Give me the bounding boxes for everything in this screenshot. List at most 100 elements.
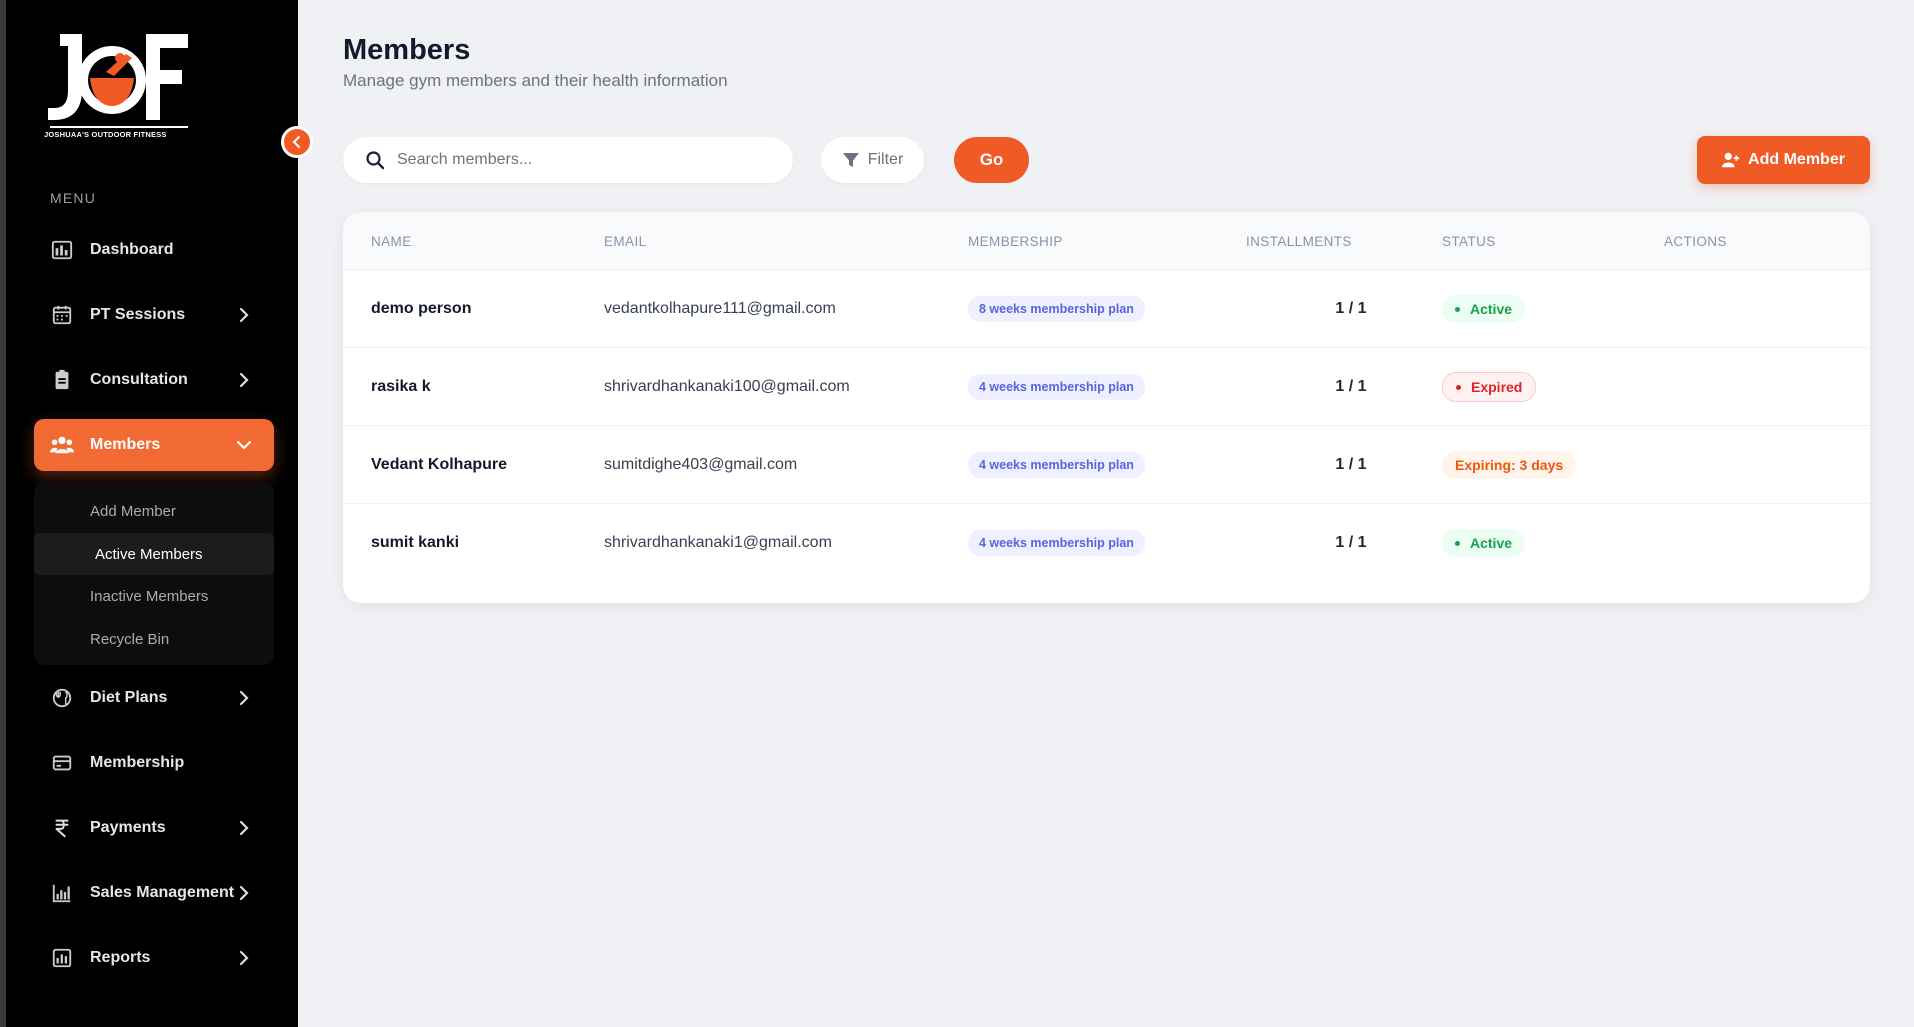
filter-label: Filter [867, 151, 904, 168]
sidebar-item-label: Reports [90, 949, 151, 966]
bar-chart-icon [50, 881, 74, 905]
sidebar-item-membership[interactable]: Membership [34, 737, 274, 789]
sidebar-item-label: PT Sessions [90, 306, 186, 323]
member-name: sumit kanki [371, 534, 460, 551]
status-badge: Active [1442, 529, 1526, 557]
chevron-right-icon [239, 307, 249, 323]
status-dot [1455, 306, 1460, 312]
add-member-button[interactable]: Add Member [1697, 136, 1870, 184]
table-row: demo person vedantkolhapure111@gmail.com… [343, 270, 1870, 348]
chevron-right-icon [239, 820, 249, 836]
membership-cell: 4 weeks membership plan [968, 504, 1145, 582]
card-icon [50, 751, 74, 775]
sidebar-item-label: Consultation [90, 371, 188, 388]
member-email: shrivardhankanaki1@gmail.com [604, 534, 832, 551]
member-email: vedantkolhapure111@gmail.com [604, 300, 836, 317]
submenu-item-inactive-members[interactable]: Inactive Members [34, 575, 274, 617]
rupee-icon [50, 816, 74, 840]
members-submenu: Add Member Active Members Inactive Membe… [34, 483, 274, 665]
status-cell: Active [1442, 504, 1526, 582]
sidebar-item-label: Payments [90, 819, 166, 836]
membership-badge: 8 weeks membership plan [968, 296, 1145, 322]
menu-label: MENU [50, 190, 97, 206]
sidebar-item-label: Dashboard [90, 241, 174, 258]
filter-icon [842, 153, 859, 167]
table-header: NAME EMAIL MEMBERSHIP INSTALLMENTS STATU… [343, 212, 1870, 270]
sidebar-item-pt-sessions[interactable]: PT Sessions [34, 289, 274, 341]
sidebar-item-dashboard[interactable]: Dashboard [34, 224, 274, 276]
filter-button[interactable]: Filter [821, 137, 924, 183]
membership-cell: 4 weeks membership plan [968, 426, 1145, 504]
sidebar-item-payments[interactable]: Payments [34, 802, 274, 854]
go-button[interactable]: Go [954, 137, 1029, 183]
table-row: Vedant Kolhapure sumitdighe403@gmail.com… [343, 426, 1870, 504]
member-email: sumitdighe403@gmail.com [604, 456, 798, 473]
search-icon [366, 151, 385, 170]
sidebar-item-consultation[interactable]: Consultation [34, 354, 274, 406]
status-label: Expiring: 3 days [1455, 457, 1564, 473]
clipboard-icon [50, 368, 74, 392]
membership-cell: 8 weeks membership plan [968, 270, 1145, 348]
membership-badge: 4 weeks membership plan [968, 452, 1145, 478]
installments: 1 / 1 [1335, 534, 1367, 551]
sidebar-item-label: Membership [90, 754, 185, 771]
chevron-right-icon [239, 950, 249, 966]
sidebar-item-label: Diet Plans [90, 689, 168, 706]
search-box [343, 137, 793, 183]
diet-icon [50, 686, 74, 710]
status-dot [1456, 384, 1461, 390]
member-name: rasika k [371, 378, 431, 395]
sidebar-item-members[interactable]: Members [34, 419, 274, 471]
sidebar-collapse-button[interactable] [281, 126, 313, 158]
status-label: Active [1470, 535, 1513, 551]
brand-tagline: JOSHUAA'S OUTDOOR FITNESS [44, 130, 167, 139]
brand-logo [48, 34, 188, 128]
installments: 1 / 1 [1335, 300, 1367, 317]
column-header-name: NAME [371, 234, 412, 249]
sidebar-item-sales-management[interactable]: Sales Management [34, 867, 274, 919]
chevron-right-icon [239, 690, 249, 706]
column-header-status: STATUS [1442, 234, 1496, 249]
add-member-label: Add Member [1748, 151, 1845, 168]
chevron-down-icon [236, 440, 252, 450]
status-label: Active [1470, 301, 1513, 317]
members-table: NAME EMAIL MEMBERSHIP INSTALLMENTS STATU… [343, 212, 1870, 603]
sidebar-item-label: Sales Management [90, 884, 235, 901]
chevron-left-icon [292, 136, 300, 148]
status-badge: Active [1442, 295, 1526, 323]
dashboard-icon [50, 238, 74, 262]
status-badge: Expiring: 3 days [1442, 451, 1577, 479]
status-cell: Expiring: 3 days [1442, 426, 1577, 504]
member-email: shrivardhankanaki100@gmail.com [604, 378, 850, 395]
status-label: Expired [1471, 379, 1523, 395]
membership-badge: 4 weeks membership plan [968, 530, 1145, 556]
user-plus-icon [1722, 152, 1740, 168]
submenu-item-add-member[interactable]: Add Member [34, 490, 274, 532]
chevron-right-icon [239, 372, 249, 388]
status-dot [1455, 540, 1460, 546]
column-header-membership: MEMBERSHIP [968, 234, 1063, 249]
column-header-installments: INSTALLMENTS [1246, 234, 1352, 249]
submenu-item-active-members[interactable]: Active Members [34, 533, 274, 575]
member-name: demo person [371, 300, 472, 317]
report-icon [50, 946, 74, 970]
page-subtitle: Manage gym members and their health info… [343, 71, 728, 90]
column-header-email: EMAIL [604, 234, 647, 249]
installments: 1 / 1 [1335, 456, 1367, 473]
membership-badge: 4 weeks membership plan [968, 374, 1145, 400]
submenu-item-recycle-bin[interactable]: Recycle Bin [34, 618, 274, 660]
page-title: Members [343, 34, 471, 66]
member-name: Vedant Kolhapure [371, 456, 508, 473]
search-input[interactable] [397, 151, 777, 169]
calendar-icon [50, 303, 74, 327]
users-icon [50, 433, 74, 457]
sidebar-item-reports[interactable]: Reports [34, 932, 274, 984]
status-cell: Expired [1442, 348, 1537, 426]
status-cell: Active [1442, 270, 1526, 348]
table-row: sumit kanki shrivardhankanaki1@gmail.com… [343, 504, 1870, 582]
sidebar-item-diet-plans[interactable]: Diet Plans [34, 672, 274, 724]
status-badge: Expired [1442, 372, 1537, 402]
column-header-actions: ACTIONS [1664, 234, 1727, 249]
sidebar: JOSHUAA'S OUTDOOR FITNESS MENU Dashboard… [6, 0, 298, 1027]
table-row: rasika k shrivardhankanaki100@gmail.com … [343, 348, 1870, 426]
